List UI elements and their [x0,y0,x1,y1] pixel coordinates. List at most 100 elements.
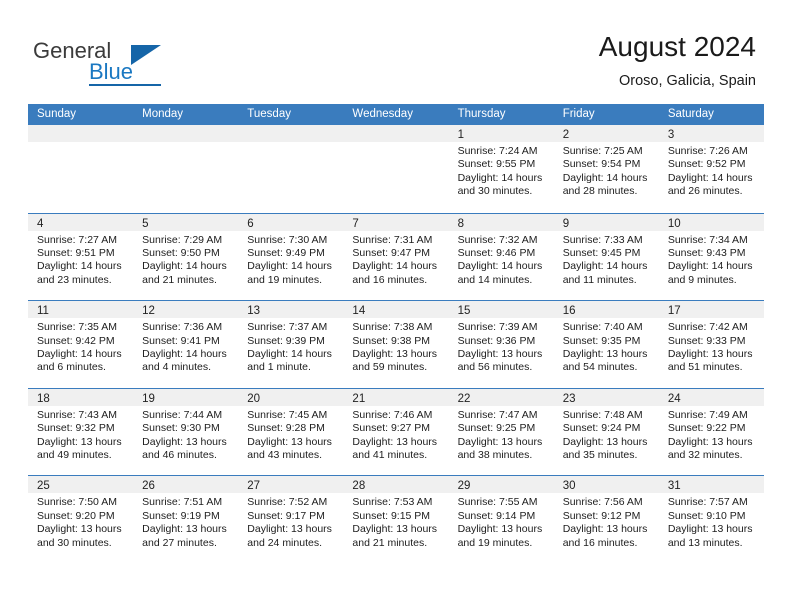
sunrise-text: Sunrise: 7:56 AM [562,496,643,509]
sunset-text: Sunset: 9:27 PM [352,422,431,435]
day-number-band: 7 [343,213,449,231]
day-number-band: 26 [133,476,239,494]
calendar-day-cell[interactable]: 14 Sunrise: 7:38 AM Sunset: 9:38 PM Dayligh… [343,301,449,388]
calendar-day-cell[interactable]: 31 Sunrise: 7:57 AM Sunset: 9:10 PM Dayligh… [658,476,764,563]
calendar-day-cell[interactable]: 6 Sunrise: 7:30 AM Sunset: 9:49 PM Daylight… [238,213,344,301]
day-number: 16 [562,305,576,318]
calendar-week-row: 11 Sunrise: 7:35 AM Sunset: 9:42 PM Dayligh… [28,300,764,388]
sunrise-text: Sunrise: 7:31 AM [352,233,433,246]
day-number-band: 10 [658,213,764,231]
calendar-day-cell[interactable]: 1 Sunrise: 7:24 AM Sunset: 9:55 PM Daylight… [448,125,554,213]
calendar-day-cell[interactable]: 2 Sunrise: 7:25 AM Sunset: 9:54 PM Daylight… [553,125,659,213]
calendar-day-cell[interactable]: 29 Sunrise: 7:55 AM Sunset: 9:14 PM Dayligh… [448,476,554,563]
day-number-band: 6 [238,213,344,231]
calendar-day-cell[interactable]: 17 Sunrise: 7:42 AM Sunset: 9:33 PM Dayligh… [658,301,764,388]
calendar-day-cell[interactable]: 25 Sunrise: 7:50 AM Sunset: 9:20 PM Dayligh… [28,476,134,563]
day-details: Sunrise: 7:24 AM Sunset: 9:55 PM Daylight:… [449,142,554,199]
day-number: 5 [142,217,149,230]
page-title: August 2024 [598,31,756,62]
day-number-band [28,125,134,142]
day-number-band: 1 [448,125,554,142]
daylight-text: Daylight: 14 hours and 23 minutes. [37,260,122,286]
calendar-day-cell[interactable]: 10 Sunrise: 7:34 AM Sunset: 9:43 PM Dayligh… [658,213,764,301]
daylight-text: Daylight: 13 hours and 43 minutes. [247,435,332,461]
day-details: Sunrise: 7:27 AM Sunset: 9:51 PM Daylight:… [28,231,133,288]
sunrise-text: Sunrise: 7:35 AM [37,321,117,334]
calendar-day-cell[interactable]: 12 Sunrise: 7:36 AM Sunset: 9:41 PM Dayligh… [133,301,239,388]
calendar-day-cell[interactable]: 5 Sunrise: 7:29 AM Sunset: 9:50 PM Daylight… [133,213,239,301]
sunset-text: Sunset: 9:25 PM [457,422,536,435]
sunset-text: Sunset: 9:50 PM [142,247,220,259]
sunset-text: Sunset: 9:43 PM [667,247,746,259]
dow-friday: Friday [562,108,595,120]
day-number-band: 27 [238,476,344,494]
calendar-day-cell[interactable]: 22 Sunrise: 7:47 AM Sunset: 9:25 PM Dayligh… [448,388,554,476]
calendar-day-cell[interactable]: 4 Sunrise: 7:27 AM Sunset: 9:51 PM Daylight… [28,213,134,301]
calendar-day-cell[interactable]: 11 Sunrise: 7:35 AM Sunset: 9:42 PM Dayligh… [28,301,134,388]
sunrise-text: Sunrise: 7:26 AM [667,145,748,157]
sunset-text: Sunset: 9:52 PM [667,158,746,171]
sunrise-text: Sunrise: 7:55 AM [457,496,538,509]
day-number: 18 [37,392,50,405]
calendar-day-cell[interactable]: 21 Sunrise: 7:46 AM Sunset: 9:27 PM Dayligh… [343,388,449,476]
day-number-band: 29 [448,476,554,494]
calendar-day-cell[interactable]: 30 Sunrise: 7:56 AM Sunset: 9:12 PM Dayligh… [553,476,659,563]
daylight-text: Daylight: 14 hours and 14 minutes. [457,260,543,286]
day-number-band: 9 [553,213,659,231]
sunset-text: Sunset: 9:30 PM [142,422,220,435]
day-details: Sunrise: 7:46 AM Sunset: 9:27 PM Daylight:… [343,406,448,463]
calendar-day-cell[interactable]: 9 Sunrise: 7:33 AM Sunset: 9:45 PM Daylight… [553,213,659,301]
calendar-grid: Sunday Monday Tuesday Wednesday Thursday… [28,104,764,563]
dow-tuesday: Tuesday [247,108,291,120]
day-details: Sunrise: 7:34 AM Sunset: 9:43 PM Daylight:… [659,231,764,288]
day-details: Sunrise: 7:43 AM Sunset: 9:32 PM Daylight:… [28,406,133,463]
dow-sunday: Sunday [37,108,77,120]
sunrise-text: Sunrise: 7:37 AM [247,321,328,334]
calendar-day-cell[interactable]: 3 Sunrise: 7:26 AM Sunset: 9:52 PM Daylight… [658,125,764,213]
calendar-day-cell[interactable]: 26 Sunrise: 7:51 AM Sunset: 9:19 PM Dayligh… [133,476,239,563]
day-details: Sunrise: 7:49 AM Sunset: 9:22 PM Daylight:… [659,406,764,463]
calendar-week-row: 4 Sunrise: 7:27 AM Sunset: 9:51 PM Daylight… [28,212,764,301]
calendar-day-cell[interactable]: 16 Sunrise: 7:40 AM Sunset: 9:35 PM Dayligh… [553,301,659,388]
sunrise-text: Sunrise: 7:51 AM [142,496,223,509]
day-number: 6 [247,217,254,230]
sunrise-text: Sunrise: 7:53 AM [352,496,433,509]
daylight-text: Daylight: 13 hours and 13 minutes. [667,523,753,549]
page-subtitle: Oroso, Galicia, Spain [618,73,756,89]
day-number: 7 [352,217,359,230]
sunset-text: Sunset: 9:39 PM [247,334,325,347]
calendar-day-cell[interactable]: 27 Sunrise: 7:52 AM Sunset: 9:17 PM Dayligh… [238,476,344,563]
day-number: 4 [37,217,44,230]
calendar-day-cell-empty [28,125,134,213]
sunset-text: Sunset: 9:55 PM [457,158,536,171]
day-details: Sunrise: 7:45 AM Sunset: 9:28 PM Daylight:… [238,406,343,463]
sunrise-text: Sunrise: 7:42 AM [667,321,748,334]
sunrise-text: Sunrise: 7:38 AM [352,321,433,334]
calendar-day-cell[interactable]: 23 Sunrise: 7:48 AM Sunset: 9:24 PM Dayligh… [553,388,659,476]
calendar-day-cell[interactable]: 18 Sunrise: 7:43 AM Sunset: 9:32 PM Dayligh… [28,388,134,476]
calendar-day-cell[interactable]: 8 Sunrise: 7:32 AM Sunset: 9:46 PM Daylight… [448,213,554,301]
sunset-text: Sunset: 9:42 PM [37,334,115,347]
calendar-day-cell[interactable]: 20 Sunrise: 7:45 AM Sunset: 9:28 PM Dayligh… [238,388,344,476]
sunset-text: Sunset: 9:32 PM [37,422,115,435]
calendar-day-cell[interactable]: 13 Sunrise: 7:37 AM Sunset: 9:39 PM Dayligh… [238,301,344,388]
calendar-day-cell[interactable]: 19 Sunrise: 7:44 AM Sunset: 9:30 PM Dayligh… [133,388,239,476]
dow-saturday: Saturday [667,108,714,120]
day-number: 3 [667,129,675,141]
day-number: 14 [352,305,366,318]
calendar-day-cell[interactable]: 28 Sunrise: 7:53 AM Sunset: 9:15 PM Dayligh… [343,476,449,563]
day-number: 10 [667,217,681,230]
sunset-text: Sunset: 9:35 PM [562,334,641,347]
calendar-day-cell[interactable]: 7 Sunrise: 7:31 AM Sunset: 9:47 PM Daylight… [343,213,449,301]
day-number-band: 17 [658,301,764,319]
day-details: Sunrise: 7:42 AM Sunset: 9:33 PM Daylight:… [659,318,764,375]
calendar-day-cell[interactable]: 15 Sunrise: 7:39 AM Sunset: 9:36 PM Dayligh… [448,301,554,388]
day-number: 22 [457,392,471,405]
brand-logo[interactable]: General Blue [33,38,233,90]
calendar-day-cell[interactable]: 24 Sunrise: 7:49 AM Sunset: 9:22 PM Dayligh… [658,388,764,476]
sunset-text: Sunset: 9:20 PM [37,509,115,522]
sunrise-text: Sunrise: 7:24 AM [457,145,538,157]
sunrise-text: Sunrise: 7:27 AM [37,233,117,246]
daylight-text: Daylight: 14 hours and 19 minutes. [247,260,332,286]
day-number-band: 21 [343,388,449,406]
